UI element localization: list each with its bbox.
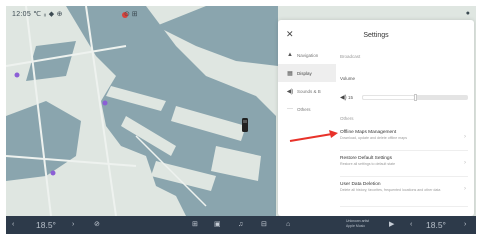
nav-label: Navigation bbox=[297, 52, 319, 58]
display-icon: ▦ bbox=[287, 70, 293, 77]
volume-slider[interactable]: ◀) 15 bbox=[340, 92, 468, 102]
nav-item-others[interactable]: ··· Others bbox=[278, 100, 336, 118]
poi-pin[interactable] bbox=[14, 72, 20, 78]
restore-defaults-item[interactable]: Restore Default Settings Restore all set… bbox=[340, 156, 468, 177]
bottom-bar: ‹ 18.5° › ⊘ ⊞ ▣ ♫ ⊟ ⌂ Unknown artist App… bbox=[6, 216, 476, 234]
status-center-text: ⊙ ⊞ bbox=[124, 11, 138, 18]
item-title: User Data Deletion bbox=[340, 182, 381, 187]
annotation-arrow-icon bbox=[289, 130, 338, 142]
nav-item-sounds[interactable]: ◀) Sounds & B bbox=[278, 82, 336, 100]
item-subtitle: Download, update and delete offline maps bbox=[340, 136, 408, 140]
more-icon: ··· bbox=[287, 106, 293, 112]
passenger-temperature[interactable]: 18.5° bbox=[426, 219, 446, 231]
apps-icon[interactable]: ⊞ bbox=[192, 219, 198, 231]
chevron-left-icon[interactable]: ‹ bbox=[410, 219, 412, 231]
poi-pin[interactable] bbox=[50, 170, 56, 176]
media-subtitle: Apple Music bbox=[346, 224, 366, 228]
car-location-icon bbox=[242, 118, 248, 132]
chevron-right-icon[interactable]: › bbox=[464, 219, 466, 231]
chevron-right-icon: › bbox=[464, 160, 466, 166]
section-others: Others bbox=[340, 116, 354, 121]
chevron-right-icon[interactable]: › bbox=[72, 219, 74, 231]
chevron-left-icon[interactable]: ‹ bbox=[12, 219, 14, 231]
chevron-right-icon: › bbox=[464, 134, 466, 140]
volume-fill bbox=[362, 94, 415, 100]
play-icon[interactable]: ▶ bbox=[389, 219, 394, 231]
volume-handle[interactable] bbox=[413, 93, 417, 101]
camera-icon[interactable]: ▣ bbox=[214, 219, 221, 231]
offline-maps-item[interactable]: Offline Maps Management Download, update… bbox=[340, 130, 468, 151]
settings-dot-icon[interactable]: ● bbox=[466, 10, 470, 17]
status-left-text: 12:05 ℃ ᵢᵢ ◆ ⊕ bbox=[12, 11, 63, 18]
driver-temperature[interactable]: 18.5° bbox=[36, 219, 56, 231]
nav-label: Others bbox=[297, 106, 311, 112]
settings-nav: ▲ Navigation ▦ Display ◀) Sounds & B ···… bbox=[278, 46, 336, 118]
music-icon[interactable]: ♫ bbox=[238, 219, 243, 231]
volume-label: Volume bbox=[340, 76, 356, 81]
car-display: 12:05 ℃ ᵢᵢ ◆ ⊕ ⊙ ⊞ ● ✕ Settings ▲ Naviga… bbox=[6, 6, 476, 234]
item-title: Restore Default Settings bbox=[340, 156, 392, 161]
nav-item-navigation[interactable]: ▲ Navigation bbox=[278, 46, 336, 64]
item-subtitle: Delete all history, favorites, frequente… bbox=[340, 188, 441, 192]
home-icon[interactable]: ⌂ bbox=[286, 219, 290, 231]
nav-item-display[interactable]: ▦ Display bbox=[278, 64, 336, 82]
nav-label: Sounds & B bbox=[297, 88, 321, 94]
item-subtitle: Restore all settings to default state bbox=[340, 162, 396, 166]
volume-value: 15 bbox=[348, 94, 354, 100]
item-title: Offline Maps Management bbox=[340, 130, 397, 135]
car-icon[interactable]: ⊟ bbox=[261, 219, 267, 231]
settings-panel: ✕ Settings ▲ Navigation ▦ Display ◀) Sou… bbox=[278, 20, 474, 216]
nav-label: Display bbox=[297, 70, 312, 76]
fan-off-icon[interactable]: ⊘ bbox=[94, 219, 100, 231]
section-general: Broadcast bbox=[340, 54, 361, 59]
user-data-deletion-item[interactable]: User Data Deletion Delete all history, f… bbox=[340, 182, 468, 207]
chevron-right-icon: › bbox=[464, 186, 466, 192]
settings-title: Settings bbox=[363, 32, 389, 39]
volume-track[interactable] bbox=[362, 93, 468, 101]
poi-pin[interactable] bbox=[102, 100, 108, 106]
now-playing[interactable]: Unknown artist Apple Music bbox=[346, 219, 369, 229]
volume-icon: ◀) bbox=[340, 94, 347, 101]
navigation-icon: ▲ bbox=[287, 52, 293, 58]
speaker-icon: ◀) bbox=[286, 88, 294, 95]
